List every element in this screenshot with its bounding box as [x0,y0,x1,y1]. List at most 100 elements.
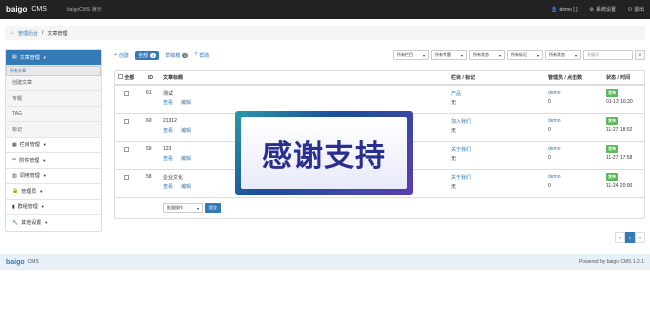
row-checkbox[interactable] [124,147,129,152]
sidebar-item-categories[interactable]: ▦ 栏目管理 ▼ [6,138,101,153]
row-admin[interactable]: demo [548,146,561,152]
row-title: 企业文化 [163,175,184,181]
breadcrumb-sep: / [42,30,44,36]
row-admin[interactable]: demo [548,118,561,124]
row-category[interactable]: 关于我们 [451,146,471,153]
row-view-link[interactable]: 查看 [163,155,173,162]
row-admin[interactable]: demo [548,174,561,180]
filter-state-select[interactable]: 所有状态 ▾ [545,50,581,60]
sidebar-item-calls[interactable]: ▥ 调用管理 ▼ [6,169,101,184]
pagination: « 1 » [615,232,645,243]
pager-page[interactable]: 1 [625,232,635,243]
submit-button[interactable]: 提交 [205,203,221,213]
row-time: 11-27 17:58 [606,155,633,161]
row-view-link[interactable]: 查看 [163,183,173,190]
caret-icon: ▾ [460,52,463,58]
powered-by[interactable]: Powered by baigo CMS 1.2.1 [579,259,644,265]
row-mark: 无 [451,100,457,106]
row-view-link[interactable]: 查看 [163,99,173,106]
status-badge: 发布 [606,173,618,181]
table-row: 61 测试 查看 编辑 产品 无 demo 0 发布 01-13 16:20 [115,86,644,114]
main-content: + 创建 全部 4 草稿箱 0 ? 帮助 所有栏目 ▾ 所有专题 ▾ 所有状态 ▾ 所有标记 ▾… [114,49,645,243]
sidebar-item-attachments[interactable]: ✂ 附件管理 ▼ [6,153,101,169]
select-all-checkbox[interactable] [118,74,123,79]
row-category[interactable]: 产品 [451,90,461,97]
row-checkbox[interactable] [124,91,129,96]
row-id: 61 [146,90,152,96]
row-edit-link[interactable]: 编辑 [181,127,191,134]
wrench-icon: 🔧 [12,219,19,226]
row-category[interactable]: 加入我们 [451,118,471,125]
row-id: 58 [146,174,152,180]
row-time: 11-27 18:02 [606,127,633,133]
row-category[interactable]: 关于我们 [451,174,471,181]
row-mark: 无 [451,156,457,162]
sidebar-item-articles[interactable]: ▤ 文章管理 ▼ [6,50,101,66]
caret-icon: ▾ [498,52,501,58]
header-admin: 管理员 / 点击数 [548,75,583,81]
code-icon: ▥ [12,172,17,179]
footer: baigo CMS Powered by baigo CMS 1.2.1 [0,254,650,270]
row-edit-link[interactable]: 编辑 [181,183,191,190]
user-icon: 👤 [551,6,558,13]
table-header: 全部 ID 文章标题 栏目 / 标记 管理员 / 点击数 状态 / 时间 [115,71,644,86]
filter-draft[interactable]: 草稿箱 0 [165,52,189,59]
site-name[interactable]: baigoCMS 演示 [67,6,102,13]
search-button[interactable]: ⌕ [635,50,645,60]
status-badge: 发布 [606,89,618,97]
row-edit-link[interactable]: 编辑 [181,99,191,106]
search-input[interactable]: 关键词 [583,50,633,60]
row-view-link[interactable]: 查看 [163,127,173,134]
caret-icon: ▾ [536,52,539,58]
filter-status-select[interactable]: 所有状态 ▾ [469,50,505,60]
brand-logo[interactable]: baigo [6,5,27,14]
sidebar-item-settings[interactable]: 🔧 其他设置 ▼ [6,215,101,231]
pager-prev[interactable]: « [615,232,625,243]
row-checkbox[interactable] [124,119,129,124]
footer-brand: baigo [6,258,25,266]
caret-icon: ▼ [42,157,47,163]
filter-topic-select[interactable]: 所有专题 ▾ [431,50,467,60]
settings-menu[interactable]: ⚙ 系统设置 [589,6,617,14]
caret-icon: ▼ [39,188,44,194]
create-button[interactable]: + 创建 [114,52,129,59]
sidebar-item-marks[interactable]: 标记 [6,122,101,138]
filter-all[interactable]: 全部 4 [134,50,160,60]
thanks-banner: 感谢支持 [235,111,413,195]
gear-icon: ⚙ [589,6,594,13]
pager-next[interactable]: » [635,232,645,243]
thanks-text: 感谢支持 [241,117,407,189]
footer-brand-cms: CMS [27,259,39,265]
header-id: ID [148,74,153,81]
row-id: 60 [146,118,152,124]
sidebar-item-admins[interactable]: 🔒 管理员 ▼ [6,184,101,200]
sidebar-item-topics[interactable]: 专题 [6,91,101,107]
sidebar-item-tags[interactable]: TAG [6,106,101,122]
header-status: 状态 / 时间 [606,75,631,81]
list-icon: ▦ [12,141,17,148]
logout-link[interactable]: ⏻ 退出 [628,6,644,14]
bulk-action-select[interactable]: 批量操作 ▾ [163,203,203,213]
header-category: 栏目 / 标记 [451,75,476,81]
filter-category-select[interactable]: 所有栏目 ▾ [393,50,429,60]
all-count-badge: 4 [149,52,157,58]
row-time: 11-24 20:00 [606,183,633,189]
row-edit-link[interactable]: 编辑 [181,155,191,162]
filter-mark-select[interactable]: 所有标记 ▾ [507,50,543,60]
row-id: 59 [146,146,152,152]
brand-cms[interactable]: CMS [31,6,47,13]
breadcrumb-home[interactable]: 管理后台 [18,30,38,37]
row-admin[interactable]: demo [548,90,561,96]
row-checkbox[interactable] [124,175,129,180]
sidebar-item-all-articles[interactable]: 所有文章 [6,65,101,76]
breadcrumb: ⌂ 管理后台 / 文章管理 [5,26,645,40]
caret-icon: ▾ [422,52,425,58]
bulk-actions: 批量操作 ▾ 提交 [163,203,221,213]
power-icon: ⏻ [628,6,632,13]
plus-icon: + [114,52,117,58]
sidebar-item-groups[interactable]: ▮ 群组管理 ▼ [6,200,101,215]
select-all[interactable]: 全部 [118,74,134,81]
sidebar-item-create-article[interactable]: 创建文章 [6,75,101,91]
help-link[interactable]: ? 帮助 [194,52,209,59]
user-menu[interactable]: 👤 demo [ ] [551,6,577,13]
